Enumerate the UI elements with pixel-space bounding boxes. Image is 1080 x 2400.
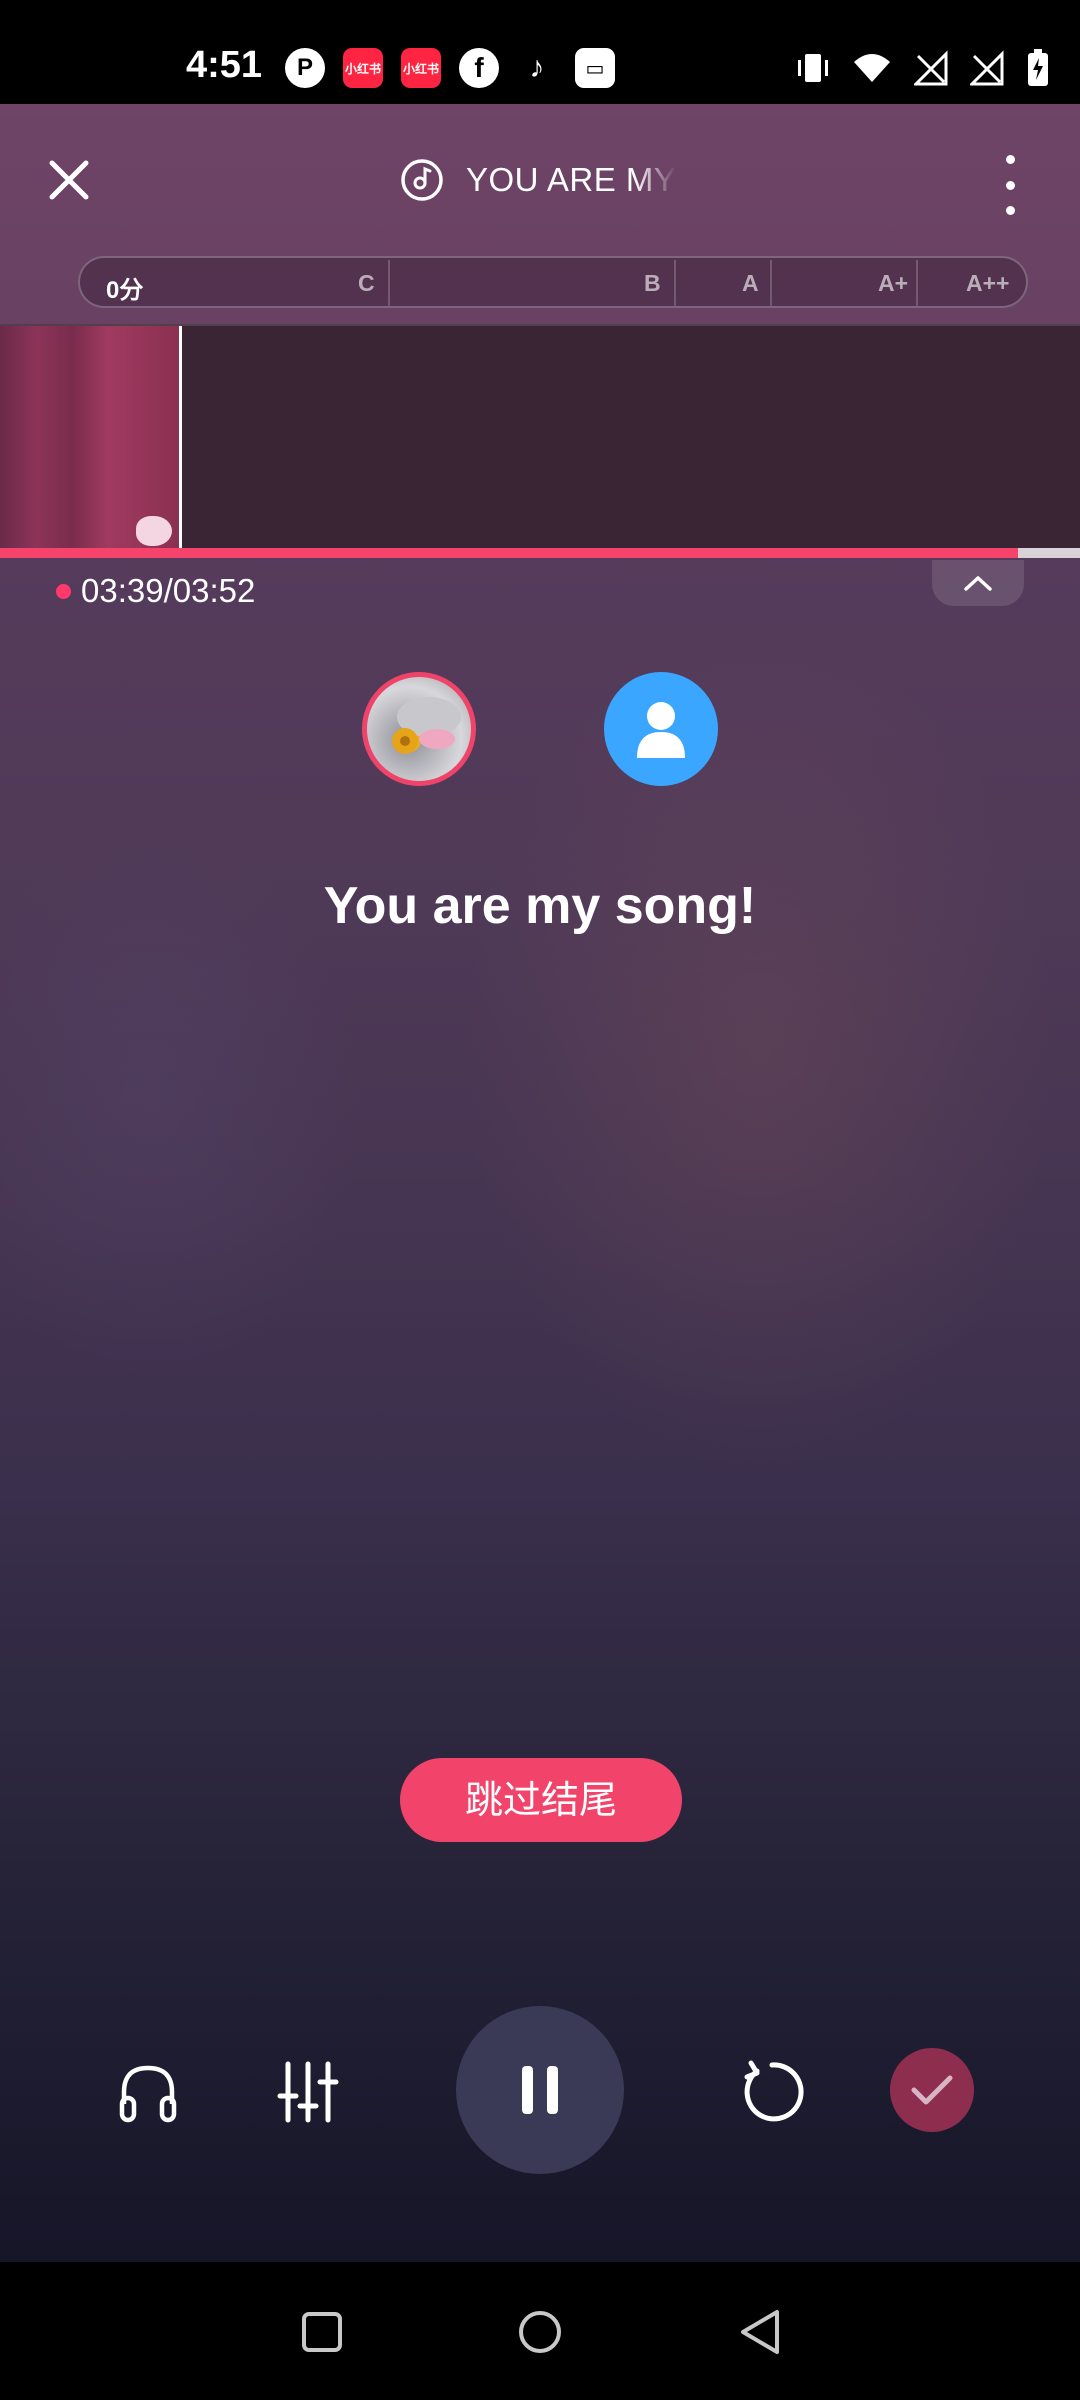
xiaohongshu-icon: 小红书: [343, 48, 383, 88]
headphone-icon: [119, 2065, 177, 2123]
system-icons: [796, 48, 1050, 88]
collapse-button[interactable]: [932, 560, 1024, 606]
score-bar: 0分 C B A A+ A++: [78, 256, 1028, 308]
tiktok-icon: ♪: [529, 51, 545, 84]
grade-a-plus-plus: A++: [966, 270, 1010, 296]
notification-icons: P 小红书 小红书 f ♪ ▭: [285, 48, 615, 88]
skip-ending-button[interactable]: 跳过结尾: [400, 1758, 682, 1842]
mixer-button[interactable]: [272, 2056, 344, 2128]
xhs-label: 小红书: [344, 61, 381, 76]
pitch-cursor: [179, 326, 182, 550]
pause-icon: [522, 2066, 558, 2114]
vibrate-icon: [798, 54, 828, 82]
recents-button[interactable]: [296, 2306, 348, 2358]
chevron-up-icon: [964, 576, 992, 591]
playback-time-row: 03:39/03:52: [56, 572, 255, 610]
grade-divider: [388, 260, 390, 306]
battery-charging-icon: [1028, 49, 1048, 86]
wifi-icon: [854, 54, 890, 82]
retry-button[interactable]: [736, 2056, 808, 2128]
close-icon[interactable]: [44, 155, 94, 205]
back-button[interactable]: [734, 2306, 786, 2358]
grade-divider: [770, 260, 772, 306]
music-disc-icon: [401, 159, 443, 201]
check-icon: [911, 2075, 953, 2105]
p-app-icon: P: [285, 48, 325, 88]
retry-icon: [744, 2060, 804, 2122]
mixer-icon: [277, 2061, 339, 2123]
back-triangle-icon: [741, 2310, 779, 2354]
song-title: YOU ARE MY SONG: [466, 161, 676, 198]
progress-fill: [0, 548, 1019, 558]
song-title-area[interactable]: YOU ARE MY SONG: [400, 158, 676, 202]
person-icon: [637, 702, 685, 758]
facebook-icon: f: [459, 48, 499, 88]
finish-button[interactable]: [890, 2048, 974, 2132]
recording-dot: [56, 583, 71, 599]
pause-button[interactable]: [456, 2006, 624, 2174]
no-signal-icon: [914, 50, 948, 86]
xiaohongshu-icon: 小红书: [401, 48, 441, 88]
pitch-visualizer: [0, 324, 1080, 550]
playback-time: 03:39/03:52: [81, 572, 256, 609]
playback-controls: [0, 2000, 1080, 2180]
grade-divider: [916, 260, 918, 306]
current-lyric: You are my song!: [323, 877, 757, 935]
home-circle-icon: [519, 2311, 561, 2353]
progress-bar[interactable]: [0, 548, 1080, 558]
grade-b: B: [644, 270, 661, 296]
grade-c: C: [358, 270, 375, 296]
grade-a-plus: A+: [878, 270, 909, 296]
grade-a: A: [742, 270, 759, 296]
user-avatar[interactable]: [362, 672, 476, 786]
recents-square-icon: [302, 2312, 342, 2352]
headphone-button[interactable]: [112, 2056, 184, 2128]
pitch-indicator: [136, 516, 172, 546]
status-bar: 4:51 P 小红书 小红书 f ♪ ▭: [0, 0, 1080, 104]
status-time: 4:51: [186, 44, 263, 86]
more-vertical-icon[interactable]: [998, 155, 1022, 215]
box-app-icon: ▭: [575, 48, 615, 88]
avatar-image: [392, 697, 461, 754]
no-signal-icon: [970, 50, 1004, 86]
score-value: 0分: [106, 277, 144, 304]
grade-divider: [674, 260, 676, 306]
home-button[interactable]: [514, 2306, 566, 2358]
default-user-icon[interactable]: [604, 672, 718, 786]
xhs-label: 小红书: [402, 61, 439, 76]
navigation-bar: [0, 2262, 1080, 2400]
